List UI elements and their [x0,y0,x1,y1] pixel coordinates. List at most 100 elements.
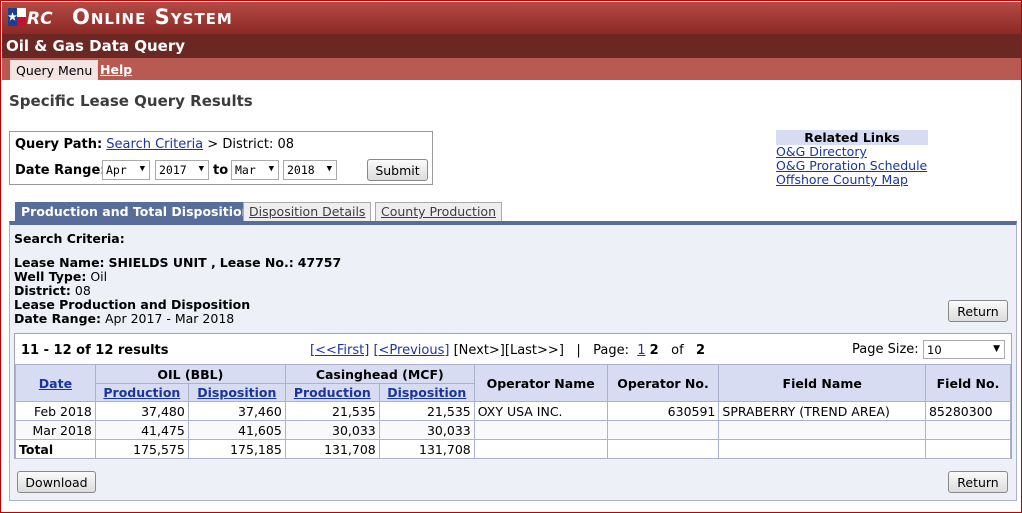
header-banner: RC Online System [2,2,1021,34]
total-oil-disposition: 175,185 [187,439,286,459]
table-header-row: Date OIL (BBL) Casinghead (MCF) Operator… [15,364,1012,402]
current-page: 2 [649,343,659,358]
gas-production-header[interactable]: Production [284,383,380,402]
og-proration-schedule-link[interactable]: O&G Proration Schedule [776,159,928,173]
total-empty-cell [606,439,720,459]
page-title: Specific Lease Query Results [9,92,253,110]
district-line: District: 08 [14,284,91,298]
field-no-header: Field No. [924,364,1012,402]
offshore-county-map-link[interactable]: Offshore County Map [776,173,928,187]
query-menu-tab[interactable]: Query Menu [10,60,99,80]
menu-bar: Query Menu Help [2,58,1021,80]
chevron-down-icon: ▼ [268,164,274,174]
oil-disposition-cell: 41,605 [187,420,286,440]
rrc-logo: RC [8,8,53,28]
to-year-value: 2018 [287,163,315,177]
next-last-disabled: [Next>][Last>>] [453,343,564,358]
casinghead-header: Casinghead (MCF) [284,364,475,384]
oil-disposition-sort-link[interactable]: Disposition [197,385,276,400]
oil-production-header[interactable]: Production [94,383,189,402]
gas-production-cell: 21,535 [284,401,380,421]
of-label: of [671,343,684,358]
results-panel: Search Criteria: Lease Name: SHIELDS UNI… [9,221,1017,501]
criteria-date-range-label: Date Range: [14,311,101,326]
oil-production-sort-link[interactable]: Production [103,385,180,400]
table-row: Feb 2018 37,480 37,460 21,535 21,535 OXY… [15,401,1012,421]
first-page-link[interactable]: [<<First] [310,343,369,358]
to-month-select[interactable]: Mar ▼ [231,160,279,180]
total-pages: 2 [696,343,706,358]
table-row: Mar 2018 41,475 41,605 30,033 30,033 [15,420,1012,440]
well-type: Oil [90,269,108,284]
total-empty-cell [924,439,1012,459]
total-oil-production: 175,575 [94,439,189,459]
operator-no-cell: 630591 [606,401,720,421]
from-year-select[interactable]: 2017 ▼ [155,160,209,180]
system-title: Online System [72,5,233,29]
lease-no-label: Lease No.: [219,255,294,270]
to-month-value: Mar [235,163,256,177]
return-button-top[interactable]: Return [948,300,1008,322]
gas-disposition-sort-link[interactable]: Disposition [387,385,466,400]
date-sort-link[interactable]: Date [39,376,72,391]
return-button-bottom[interactable]: Return [948,471,1008,493]
date-cell: Mar 2018 [15,420,96,440]
search-criteria-title: Search Criteria: [14,231,125,246]
gas-production-cell: 30,033 [284,420,380,440]
search-criteria-link[interactable]: Search Criteria [106,137,203,152]
criteria-date-range: Apr 2017 - Mar 2018 [104,311,235,326]
lease-no: 47757 [297,255,342,270]
page-size-select[interactable]: 10 ▼ [923,340,1005,359]
query-box: Query Path: Search Criteria > District: … [9,131,433,185]
query-path-district: > District: 08 [207,137,295,152]
well-type-line: Well Type: Oil [14,270,107,284]
from-month-select[interactable]: Apr ▼ [102,160,150,180]
oil-production-cell: 37,480 [94,401,189,421]
svg-text:RC: RC [27,9,53,28]
field-name-cell: SPRABERRY (TREND AREA) [718,401,926,421]
district-label: District: [14,283,71,298]
lease-name-label: Lease Name: [14,255,105,270]
date-header[interactable]: Date [15,364,96,402]
chevron-down-icon: ▼ [198,164,204,174]
oil-header: OIL (BBL) [94,364,286,384]
tab-disposition-details[interactable]: Disposition Details [243,202,372,221]
page-size-label: Page Size: [852,342,919,357]
submit-button[interactable]: Submit [367,159,428,181]
app-window: RC Online System Oil & Gas Data Query Qu… [0,0,1022,513]
related-links: Related Links O&G Directory O&G Proratio… [776,130,928,187]
date-range-line: Date Range: Apr 2017 - Mar 2018 [14,312,234,326]
results-count: 11 - 12 of 12 results [21,343,169,358]
operator-no-header: Operator No. [606,364,720,402]
field-no-cell: 85280300 [924,401,1012,421]
tab-county-production[interactable]: County Production [375,202,502,221]
lease-info: Lease Name: SHIELDS UNIT , Lease No.: 47… [14,256,341,270]
to-label: to [213,163,229,178]
chevron-down-icon: ▼ [326,164,332,174]
total-empty-cell [718,439,926,459]
tab-production-disposition[interactable]: Production and Total Disposition [15,202,257,221]
from-year-value: 2017 [159,163,187,177]
from-month-value: Apr [106,163,127,177]
gas-production-sort-link[interactable]: Production [294,385,371,400]
oil-disposition-header[interactable]: Disposition [187,383,286,402]
section-title: Lease Production and Disposition [14,297,251,312]
previous-page-link[interactable]: [<Previous] [373,343,449,358]
help-link[interactable]: Help [95,60,137,80]
og-directory-link[interactable]: O&G Directory [776,145,928,159]
gas-disposition-header[interactable]: Disposition [378,383,475,402]
download-button[interactable]: Download [17,471,96,493]
operator-no-cell [606,420,720,440]
field-name-cell [718,420,926,440]
related-links-title: Related Links [776,130,928,145]
lease-name: SHIELDS UNIT , [108,255,216,270]
pager-separator: | [576,343,581,358]
app-title-bar: Oil & Gas Data Query [2,34,1021,58]
query-path: Query Path: Search Criteria > District: … [15,137,294,152]
page-1-link[interactable]: 1 [637,343,645,358]
well-type-label: Well Type: [14,269,87,284]
operator-name-cell: OXY USA INC. [473,401,608,421]
operator-name-header: Operator Name [473,364,608,402]
to-year-select[interactable]: 2018 ▼ [283,160,337,180]
oil-disposition-cell: 37,460 [187,401,286,421]
